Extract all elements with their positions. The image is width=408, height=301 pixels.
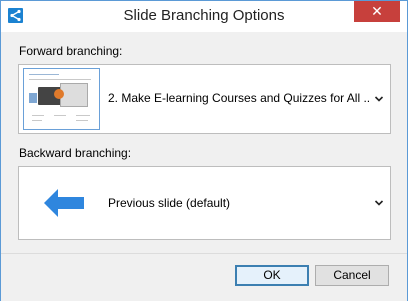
close-icon: ✕ <box>371 3 383 19</box>
backward-selected-value: Previous slide (default) <box>108 196 231 210</box>
forward-selected-value: 2. Make E-learning Courses and Quizzes f… <box>108 91 370 105</box>
dialog-window: Slide Branching Options ✕ Forward branch… <box>0 0 408 301</box>
close-button[interactable]: ✕ <box>354 1 400 22</box>
dialog-footer: OK Cancel <box>1 253 407 301</box>
chevron-down-icon[interactable] <box>374 197 384 207</box>
backward-branching-label: Backward branching: <box>19 146 132 160</box>
forward-branching-label: Forward branching: <box>19 44 123 58</box>
cancel-button[interactable]: Cancel <box>315 265 389 286</box>
backward-branching-select[interactable]: Previous slide (default) <box>18 166 391 240</box>
chevron-down-icon[interactable] <box>374 93 384 103</box>
window-title: Slide Branching Options <box>123 7 285 24</box>
slide-thumbnail <box>23 68 100 130</box>
dialog-content: Forward branching: 2. Make E-learning Co… <box>1 32 407 253</box>
title-bar[interactable]: Slide Branching Options ✕ <box>1 1 407 32</box>
forward-branching-select[interactable]: 2. Make E-learning Courses and Quizzes f… <box>18 64 391 134</box>
ok-button[interactable]: OK <box>235 265 309 286</box>
left-arrow-icon <box>44 189 84 217</box>
